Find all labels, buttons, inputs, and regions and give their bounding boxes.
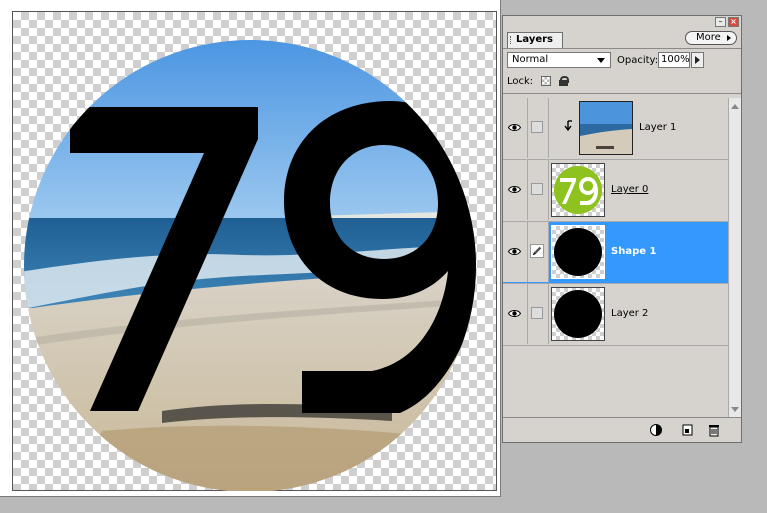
brush-toggle[interactable] [528,222,549,282]
visibility-toggle[interactable] [503,160,528,220]
blend-mode-select[interactable]: Normal [507,52,611,68]
layer-row-shape-1[interactable]: Shape 1 [503,222,728,284]
visibility-toggle[interactable] [503,284,528,344]
scroll-up-icon[interactable] [731,104,739,109]
clipping-arrow-icon [564,120,572,132]
opacity-slider-button[interactable] [691,52,704,68]
layers-scrollbar[interactable] [728,98,741,418]
opacity-label: Opacity: [617,55,659,66]
lock-label: Lock: [507,76,534,87]
black-circle-thumbnail [554,228,602,276]
visibility-toggle[interactable] [503,98,528,158]
link-toggle[interactable] [528,284,549,344]
more-button-label: More [696,32,721,43]
layer-options-row: Normal Opacity: 100% [503,49,741,71]
grip-icon [510,36,514,44]
layer-name: Shape 1 [611,246,657,257]
link-box [531,183,543,195]
layer-row-layer-0[interactable]: Layer 0 [503,160,728,222]
layer-name: Layer 1 [639,122,677,133]
scroll-down-icon[interactable] [731,407,739,412]
eye-icon [508,186,521,193]
trash-icon[interactable] [707,423,721,437]
eye-icon [508,124,521,131]
lock-transparency-icon[interactable] [541,76,551,86]
minimize-icon[interactable]: – [715,17,726,27]
beach-thumbnail [580,102,632,154]
blend-mode-value: Normal [512,54,549,65]
lock-all-icon[interactable] [559,76,569,86]
palette-titlebar[interactable]: – × [503,16,741,30]
lock-row: Lock: [503,71,741,94]
layers-palette: – × Layers More Normal Opacity: 100% Loc… [502,15,742,443]
tab-layers-label: Layers [516,34,553,45]
right-arrow-icon [727,35,731,41]
layer-name: Layer 0 [611,184,649,195]
new-adjustment-layer-icon[interactable] [649,423,663,437]
more-button[interactable]: More [685,31,737,45]
link-toggle[interactable] [528,160,549,220]
link-toggle[interactable] [528,98,549,158]
chevron-down-icon [597,58,605,63]
layer-thumbnail [551,225,605,279]
layer-thumbnail [551,287,605,341]
eye-icon [508,310,521,317]
document-canvas[interactable] [0,0,501,497]
link-box [531,307,543,319]
tab-layers[interactable]: Layers [507,32,563,48]
layer-row-layer-1[interactable]: Layer 1 [503,98,728,160]
layer-thumbnail [579,101,633,155]
artwork [24,40,476,491]
brush-icon [530,244,544,258]
layers-list: Layer 1 Layer 0 Shape 1 Layer 2 [503,98,728,418]
layer-thumbnail [551,163,605,217]
green-79-thumbnail [554,166,602,214]
palette-tab-row: Layers More [503,30,741,49]
eye-icon [508,248,521,255]
opacity-input[interactable]: 100% [658,52,690,68]
palette-bottom-bar [503,417,741,442]
visibility-toggle[interactable] [503,222,528,282]
new-layer-icon[interactable] [680,423,694,437]
black-circle-thumbnail [554,290,602,338]
close-icon[interactable]: × [728,17,739,27]
opacity-value: 100% [661,54,690,65]
layer-name: Layer 2 [611,308,649,319]
link-box [531,121,543,133]
layer-row-layer-2[interactable]: Layer 2 [503,284,728,346]
